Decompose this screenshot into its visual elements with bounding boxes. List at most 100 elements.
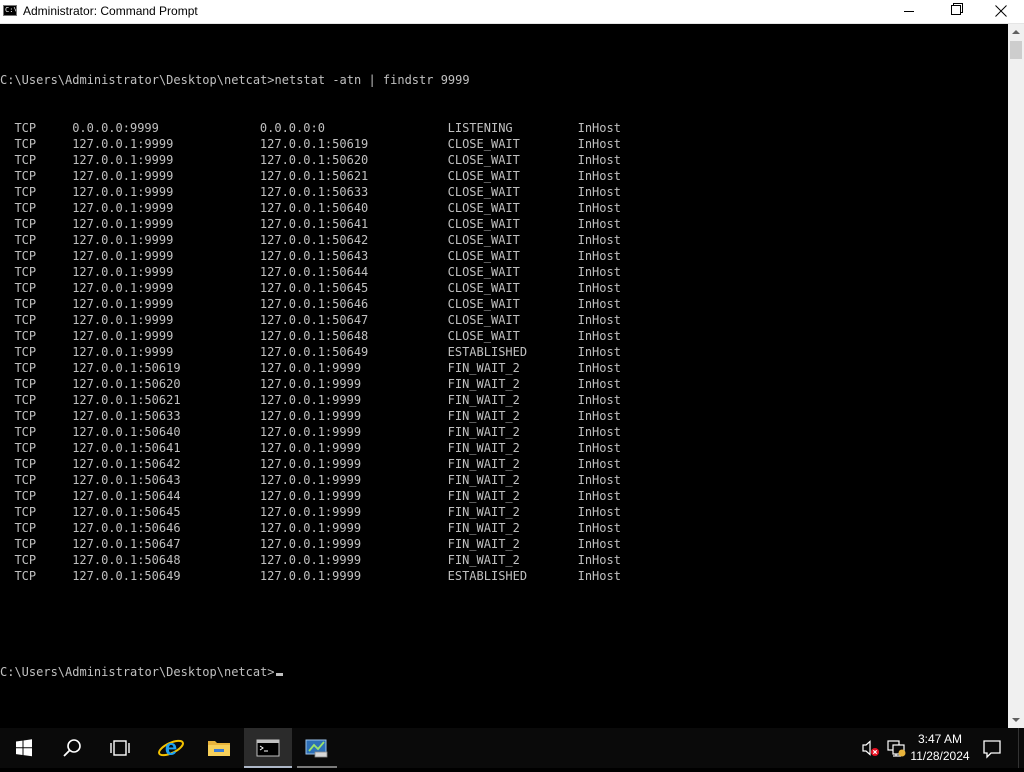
restore-icon	[951, 5, 961, 15]
volume-button[interactable]	[857, 728, 883, 768]
foreign-address-cell: 127.0.0.1:9999	[259, 489, 362, 503]
state-cell: CLOSE_WAIT	[447, 329, 520, 343]
command-prompt-icon	[256, 739, 280, 757]
text-cursor	[275, 673, 283, 676]
local-address-cell: 127.0.0.1:50649	[72, 569, 181, 583]
proto-cell: TCP	[14, 569, 37, 583]
foreign-address-cell: 127.0.0.1:9999	[259, 569, 362, 583]
clock-button[interactable]: 3:47 AM 11/28/2024	[908, 728, 972, 768]
restore-button[interactable]	[932, 0, 978, 23]
offload-state-cell: InHost	[577, 473, 621, 487]
state-cell: FIN_WAIT_2	[447, 361, 520, 375]
minimize-button[interactable]	[886, 0, 932, 23]
state-cell: FIN_WAIT_2	[447, 377, 520, 391]
local-address-cell: 127.0.0.1:9999	[72, 345, 174, 359]
local-address-cell: 127.0.0.1:50619	[72, 361, 181, 375]
netstat-row: TCP 127.0.0.1:50642 127.0.0.1:9999 FIN_WAIT…	[0, 456, 621, 472]
offload-state-cell: InHost	[577, 185, 621, 199]
offload-state-cell: InHost	[577, 361, 621, 375]
offload-state-cell: InHost	[577, 201, 621, 215]
vertical-scrollbar[interactable]	[1008, 24, 1024, 728]
search-icon	[63, 739, 81, 757]
state-cell: CLOSE_WAIT	[447, 137, 520, 151]
minimize-icon	[904, 11, 914, 12]
offload-state-cell: InHost	[577, 249, 621, 263]
command-prompt-taskbar-button[interactable]	[244, 728, 292, 768]
state-cell: CLOSE_WAIT	[447, 281, 520, 295]
proto-cell: TCP	[14, 425, 37, 439]
local-address-cell: 127.0.0.1:50643	[72, 473, 181, 487]
proto-cell: TCP	[14, 137, 37, 151]
internet-explorer-button[interactable]: e	[146, 728, 194, 768]
state-cell: ESTABLISHED	[447, 345, 528, 359]
foreign-address-cell: 127.0.0.1:50649	[259, 345, 369, 359]
proto-cell: TCP	[14, 265, 37, 279]
local-address-cell: 127.0.0.1:9999	[72, 153, 174, 167]
netstat-row: TCP 127.0.0.1:9999 127.0.0.1:50647 CLOSE_WA…	[0, 312, 621, 328]
search-button[interactable]	[48, 728, 96, 768]
start-button[interactable]	[0, 728, 48, 768]
scroll-down-button[interactable]	[1008, 712, 1024, 728]
proto-cell: TCP	[14, 297, 37, 311]
scroll-thumb[interactable]	[1010, 41, 1022, 59]
console-output[interactable]: C:\Users\Administrator\Desktop\netcat>ne…	[0, 24, 1008, 728]
local-address-cell: 127.0.0.1:50644	[72, 489, 181, 503]
state-cell: CLOSE_WAIT	[447, 265, 520, 279]
foreign-address-cell: 127.0.0.1:50645	[259, 281, 369, 295]
close-button[interactable]	[978, 0, 1024, 23]
action-center-button[interactable]	[978, 728, 1006, 768]
offload-state-cell: InHost	[577, 457, 621, 471]
server-manager-button[interactable]	[293, 728, 341, 768]
proto-cell: TCP	[14, 281, 37, 295]
netstat-row: TCP 127.0.0.1:50640 127.0.0.1:9999 FIN_WAIT…	[0, 424, 621, 440]
network-button[interactable]	[884, 728, 908, 768]
taskbar: e 3:47 AM 11/28/2024	[0, 728, 1024, 768]
speaker-muted-icon	[862, 740, 879, 756]
windows-start-icon	[16, 739, 32, 757]
state-cell: CLOSE_WAIT	[447, 185, 520, 199]
state-cell: FIN_WAIT_2	[447, 409, 520, 423]
offload-state-cell: InHost	[577, 409, 621, 423]
arrow-down-icon	[1012, 718, 1020, 722]
prompt-text: C:\Users\Administrator\Desktop\netcat>	[0, 665, 275, 679]
arrow-up-icon	[1012, 30, 1020, 34]
netstat-row: TCP 127.0.0.1:9999 127.0.0.1:50649 ESTABLIS…	[0, 344, 621, 360]
offload-state-cell: InHost	[577, 393, 621, 407]
foreign-address-cell: 127.0.0.1:50648	[259, 329, 369, 343]
netstat-row: TCP 127.0.0.1:9999 127.0.0.1:50640 CLOSE_WA…	[0, 200, 621, 216]
local-address-cell: 127.0.0.1:50621	[72, 393, 181, 407]
local-address-cell: 127.0.0.1:9999	[72, 281, 174, 295]
foreign-address-cell: 127.0.0.1:50646	[259, 297, 369, 311]
state-cell: CLOSE_WAIT	[447, 233, 520, 247]
foreign-address-cell: 127.0.0.1:50621	[259, 169, 369, 183]
offload-state-cell: InHost	[577, 329, 621, 343]
offload-state-cell: InHost	[577, 313, 621, 327]
foreign-address-cell: 127.0.0.1:9999	[259, 377, 362, 391]
proto-cell: TCP	[14, 489, 37, 503]
file-explorer-button[interactable]	[195, 728, 243, 768]
local-address-cell: 127.0.0.1:9999	[72, 185, 174, 199]
offload-state-cell: InHost	[577, 425, 621, 439]
state-cell: FIN_WAIT_2	[447, 457, 520, 471]
proto-cell: TCP	[14, 249, 37, 263]
netstat-row: TCP 0.0.0.0:9999 0.0.0.0:0 LISTENING InHost	[0, 120, 621, 136]
state-cell: FIN_WAIT_2	[447, 505, 520, 519]
netstat-row: TCP 127.0.0.1:9999 127.0.0.1:50643 CLOSE_WA…	[0, 248, 621, 264]
proto-cell: TCP	[14, 377, 37, 391]
foreign-address-cell: 127.0.0.1:9999	[259, 473, 362, 487]
offload-state-cell: InHost	[577, 217, 621, 231]
scroll-up-button[interactable]	[1008, 24, 1024, 40]
state-cell: LISTENING	[447, 121, 513, 135]
local-address-cell: 0.0.0.0:9999	[72, 121, 159, 135]
local-address-cell: 127.0.0.1:9999	[72, 297, 174, 311]
offload-state-cell: InHost	[577, 265, 621, 279]
task-view-button[interactable]	[96, 728, 144, 768]
show-desktop-button[interactable]	[1018, 728, 1024, 768]
netstat-row: TCP 127.0.0.1:9999 127.0.0.1:50642 CLOSE_WA…	[0, 232, 621, 248]
clock-time: 3:47 AM	[917, 732, 963, 746]
title-bar[interactable]: C:\ Administrator: Command Prompt	[0, 0, 1024, 24]
offload-state-cell: InHost	[577, 377, 621, 391]
foreign-address-cell: 127.0.0.1:50644	[259, 265, 369, 279]
netstat-row: TCP 127.0.0.1:50633 127.0.0.1:9999 FIN_WAIT…	[0, 408, 621, 424]
offload-state-cell: InHost	[577, 521, 621, 535]
